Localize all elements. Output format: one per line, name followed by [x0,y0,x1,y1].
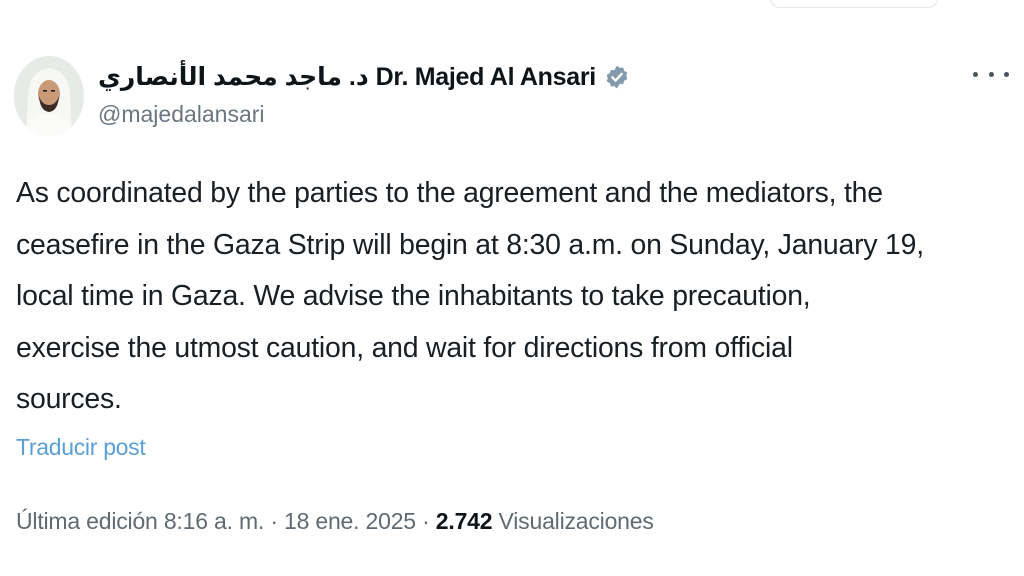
tweet-text-line: local time in Gaza. We advise the inhabi… [16,280,811,312]
tweet-meta: Última edición 8:16 a. m. · 18 ene. 2025… [16,508,654,535]
post-date[interactable]: 18 ene. 2025 [284,508,416,534]
meta-separator: · [270,508,278,534]
tweet-text: As coordinated by the parties to the agr… [16,168,1016,426]
more-dot [973,71,978,77]
tweet-text-line: ceasefire in the Gaza Strip will begin a… [16,228,924,261]
tweet-text-line: sources. [16,383,122,415]
author-display-name[interactable]: د. ماجد محمد الأنصاري Dr. Majed Al Ansar… [98,62,596,92]
edited-timestamp[interactable]: Última edición 8:16 a. m. [16,508,264,534]
tweet-text-line: As coordinated by the parties to the agr… [16,177,883,209]
more-options-icon[interactable] [973,64,1009,84]
top-pill-control [770,0,938,8]
meta-separator: · [422,508,430,534]
more-dot [988,71,994,77]
avatar[interactable] [14,56,84,136]
views-label: Visualizaciones [498,508,654,534]
author-name-row[interactable]: د. ماجد محمد الأنصاري Dr. Majed Al Ansar… [98,60,630,94]
more-dot [1004,71,1009,77]
views-count: 2.742 [435,508,493,534]
author-handle[interactable]: @majedalansari [98,101,265,128]
tweet-text-line: exercise the utmost caution, and wait fo… [16,331,793,364]
translate-post-link[interactable]: Traducir post [16,434,146,461]
verified-badge-icon [604,64,630,90]
avatar-image [14,56,84,136]
